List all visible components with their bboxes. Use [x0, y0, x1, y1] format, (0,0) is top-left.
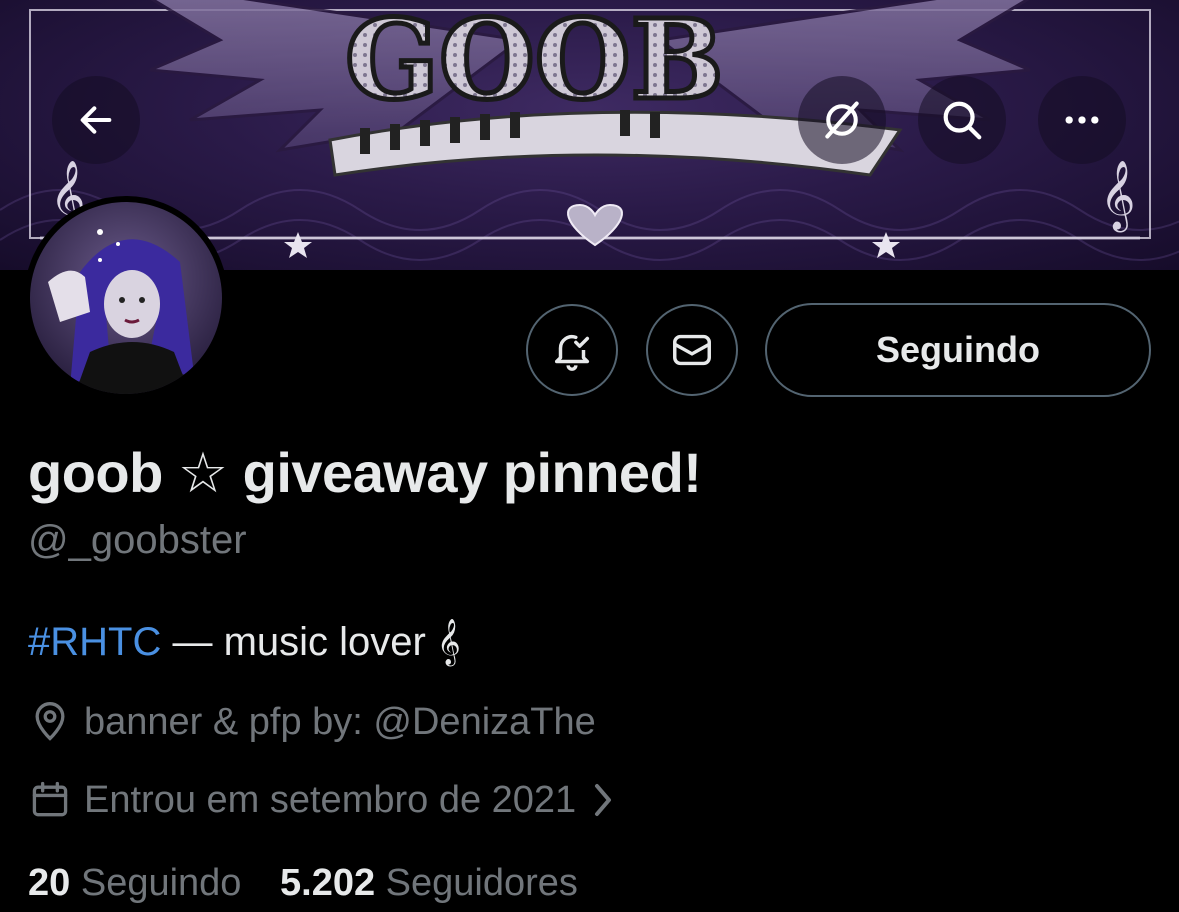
- avatar-image: [30, 202, 222, 394]
- grok-button[interactable]: [798, 76, 886, 164]
- bio-text: — music lover 𝄞: [161, 620, 461, 664]
- more-horizontal-icon: [1065, 116, 1099, 124]
- svg-text:𝄞: 𝄞: [1100, 160, 1135, 232]
- message-button[interactable]: [646, 304, 738, 396]
- arrow-left-icon: [80, 106, 112, 134]
- calendar-icon: [28, 778, 72, 822]
- bio: #RHTC — music lover 𝄞: [28, 620, 461, 665]
- notifications-button[interactable]: [526, 304, 618, 396]
- avatar[interactable]: [24, 196, 228, 400]
- envelope-icon: [673, 334, 711, 366]
- chevron-right-icon: [590, 780, 616, 820]
- followers-count: 5.202: [280, 862, 376, 904]
- following-label: Seguindo: [80, 862, 242, 904]
- joined-date-row[interactable]: Entrou em setembro de 2021: [28, 778, 616, 822]
- followers-label: Seguidores: [385, 862, 578, 904]
- location-text: banner & pfp by: @DenizaThe: [84, 700, 596, 743]
- display-name: goob ☆ giveaway pinned!: [28, 441, 702, 504]
- followers-stat[interactable]: 5.202 Seguidores: [280, 862, 578, 904]
- banner-logo-text: GOOB: [345, 0, 724, 124]
- back-button[interactable]: [52, 76, 140, 164]
- location-row: banner & pfp by: @DenizaThe: [28, 700, 596, 744]
- follow-stats: 20 Seguindo 5.202 Seguidores: [28, 862, 606, 905]
- following-count: 20: [28, 862, 71, 904]
- search-icon: [943, 101, 982, 140]
- user-handle: @_goobster: [28, 518, 247, 562]
- search-button[interactable]: [918, 76, 1006, 164]
- location-pin-icon: [28, 700, 72, 744]
- following-stat[interactable]: 20 Seguindo: [28, 862, 241, 904]
- joined-date-text: Entrou em setembro de 2021: [84, 778, 577, 821]
- more-options-button[interactable]: [1038, 76, 1126, 164]
- bio-hashtag-link[interactable]: #RHTC: [28, 620, 161, 664]
- bell-check-icon: [554, 335, 590, 371]
- slashed-circle-icon: [825, 101, 859, 139]
- following-button[interactable]: Seguindo: [765, 303, 1151, 397]
